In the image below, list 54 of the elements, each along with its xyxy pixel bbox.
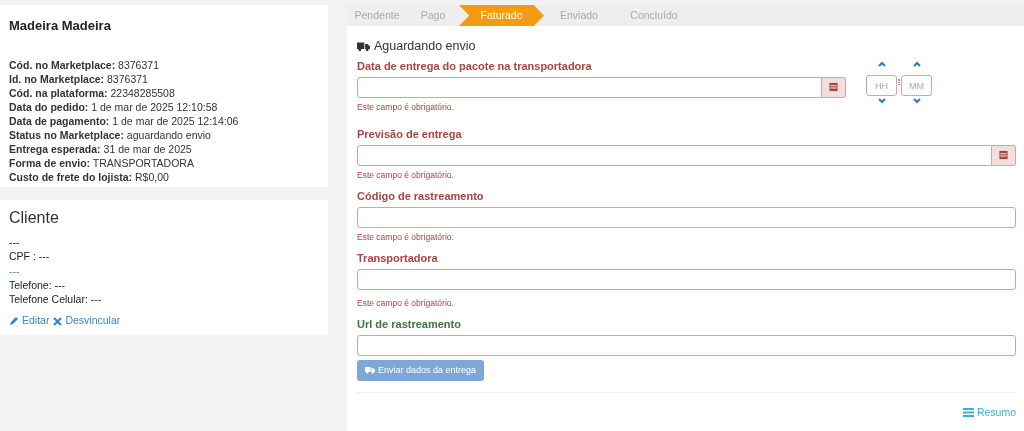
step-tab[interactable]: Faturado — [459, 5, 544, 26]
chevron-up-icon — [878, 60, 886, 67]
calendar-icon — [999, 150, 1008, 161]
step-tab[interactable]: Pendente — [347, 5, 407, 26]
error-message: Este campo é obrigatório. — [357, 231, 454, 243]
hour-field[interactable]: HH — [866, 75, 897, 97]
truck-icon — [364, 366, 375, 375]
chevron-up-icon — [913, 60, 921, 67]
text-field[interactable] — [357, 268, 1016, 290]
minute-field[interactable]: MM — [901, 75, 932, 97]
step-tab[interactable]: Enviado — [544, 5, 614, 26]
client-info: CPF : --- — [9, 249, 51, 264]
date-field[interactable] — [357, 144, 992, 166]
error-message: Este campo é obrigatório. — [357, 297, 454, 309]
detail-row-text: Entrega esperada: 31 de mar de 2025 — [9, 142, 193, 156]
error-message: Este campo é obrigatório. — [357, 101, 454, 113]
summary-link[interactable]: Resumo — [962, 404, 1016, 421]
client-info: Telefone Celular: --- — [9, 292, 103, 307]
chevron-down-icon — [913, 97, 921, 104]
section-heading: Aguardando envio — [374, 38, 476, 55]
field-label: Previsão de entrega — [357, 126, 462, 141]
detail-row-text: Data do pedido: 1 de mar de 2025 12:10:58 — [9, 100, 219, 114]
client-info: --- — [9, 235, 21, 250]
email-link[interactable]: --- — [9, 263, 319, 278]
detail-row-text: Cód. na plataforma: 22348285508 — [9, 86, 176, 100]
calendar-button[interactable] — [992, 144, 1016, 166]
date-field[interactable] — [357, 76, 822, 98]
store-name: Madeira Madeira — [9, 17, 112, 35]
text-field[interactable] — [357, 334, 1016, 356]
field-label: Código de rastreamento — [357, 188, 484, 203]
step-tab[interactable]: Pago — [407, 5, 459, 26]
detail-row-text: Custo de frete do lojista: R$0,00 — [9, 170, 170, 184]
detail-row-text: Status no Marketplace: aguardando envio — [9, 128, 212, 142]
field-label: Transportadora — [357, 250, 438, 265]
edit-link[interactable]: Editar — [9, 313, 50, 330]
text-field[interactable] — [357, 206, 1016, 228]
chevron-down-icon — [878, 97, 886, 104]
step-tab[interactable]: Concluído — [614, 5, 694, 26]
detail-row-text: Forma de envio: TRANSPORTADORA — [9, 156, 195, 170]
close-icon — [53, 316, 63, 326]
truck-icon — [357, 40, 370, 52]
client-info: Telefone: --- — [9, 277, 67, 293]
error-message: Este campo é obrigatório. — [357, 169, 454, 181]
list-icon — [962, 408, 974, 418]
field-label: Data de entrega do pacote na transportadora — [357, 58, 592, 73]
pencil-icon — [9, 316, 19, 327]
client-title: Cliente — [9, 208, 60, 228]
unlink-link[interactable]: Desvincular — [53, 313, 121, 330]
calendar-button[interactable] — [822, 76, 846, 98]
field-label: Url de rastreamento — [357, 316, 461, 331]
calendar-icon — [829, 82, 838, 93]
detail-row-text: Cód. no Marketplace: 8376371 — [9, 58, 160, 72]
detail-row-text: Id. no Marketplace: 8376371 — [9, 72, 149, 86]
detail-row-text: Data de pagamento: 1 de mar de 2025 12:14:06 — [9, 114, 240, 128]
